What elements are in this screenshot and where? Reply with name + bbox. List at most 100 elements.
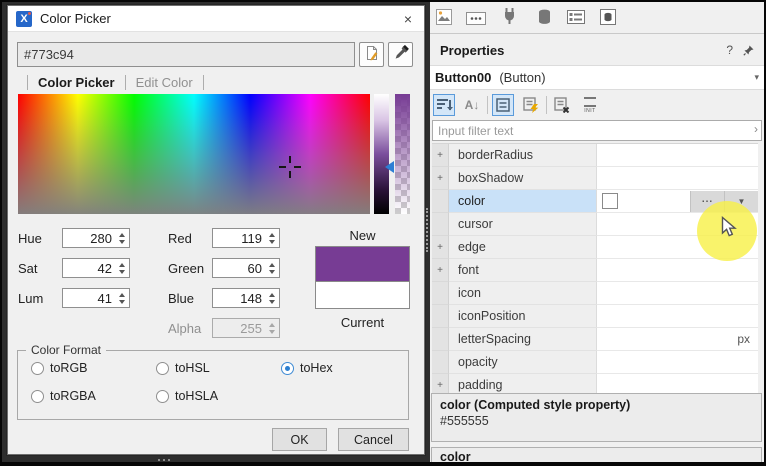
swatch-box xyxy=(315,246,410,309)
properties-header: Properties ? xyxy=(430,38,764,62)
property-row-letterSpacing[interactable]: letterSpacing px xyxy=(432,328,758,351)
radio-toRGBA[interactable]: toRGBA xyxy=(31,389,96,403)
green-label: Green xyxy=(168,261,204,276)
property-name: font xyxy=(449,259,596,282)
crosshair-marker xyxy=(279,166,286,168)
green-spinner[interactable]: 60 xyxy=(212,258,280,278)
alpha-spin-buttons xyxy=(267,323,276,334)
property-row-borderRadius[interactable]: + borderRadius xyxy=(432,144,758,167)
help-icon[interactable]: ? xyxy=(726,43,733,57)
green-spin-buttons[interactable] xyxy=(267,263,276,274)
blue-spin-buttons[interactable] xyxy=(267,293,276,304)
radio-toHex[interactable]: toHex xyxy=(281,361,333,375)
property-value[interactable]: px xyxy=(596,328,758,351)
image-icon[interactable] xyxy=(436,9,452,25)
tab-separator xyxy=(203,75,204,90)
sat-spinner[interactable]: 42 xyxy=(62,258,130,278)
property-row-opacity[interactable]: opacity xyxy=(432,351,758,374)
ellipsis-box-icon[interactable] xyxy=(466,12,486,25)
property-row-boxShadow[interactable]: + boxShadow xyxy=(432,167,758,190)
new-swatch-label: New xyxy=(315,228,410,243)
property-value[interactable] xyxy=(596,374,758,394)
property-row-padding[interactable]: + padding xyxy=(432,374,758,394)
close-icon[interactable]: × xyxy=(400,11,416,27)
expand-toggle[interactable]: + xyxy=(432,167,449,190)
cancel-button[interactable]: Cancel xyxy=(338,428,409,451)
splitter-handle[interactable] xyxy=(426,208,428,252)
luminance-slider-handle[interactable] xyxy=(385,161,394,173)
property-value[interactable] xyxy=(596,167,758,190)
color-format-group: Color Format toRGB toHSL toHex toRGBA to… xyxy=(17,350,409,420)
radio-circle-checked xyxy=(281,362,294,375)
red-value: 119 xyxy=(241,231,262,246)
color-value-checkbox[interactable] xyxy=(602,193,618,209)
luminance-slider[interactable] xyxy=(374,94,389,214)
expand-toggle[interactable]: + xyxy=(432,374,449,394)
property-name: letterSpacing xyxy=(449,328,596,351)
toolbar-separator xyxy=(487,96,488,114)
init-properties-icon[interactable]: INIT xyxy=(579,94,601,116)
ok-button[interactable]: OK xyxy=(272,428,327,451)
saturation-hue-gradient[interactable] xyxy=(18,94,370,214)
property-toolbar: A↓ INIT xyxy=(430,92,764,119)
sat-spin-buttons[interactable] xyxy=(117,263,126,274)
clear-property-icon[interactable] xyxy=(551,94,573,116)
radio-toHSLA[interactable]: toHSLA xyxy=(156,389,218,403)
document-edit-icon xyxy=(364,45,379,64)
filter-input[interactable] xyxy=(432,120,762,141)
alpha-slider[interactable] xyxy=(395,94,410,214)
copy-hex-button[interactable] xyxy=(359,42,384,67)
sort-alphabetical-icon[interactable]: A↓ xyxy=(461,94,483,116)
properties-panel: Properties ? Button00 (Button) ▾ A↓ xyxy=(430,2,764,462)
form-list-icon[interactable] xyxy=(567,10,585,24)
property-value[interactable] xyxy=(596,144,758,167)
property-row-iconPosition[interactable]: iconPosition xyxy=(432,305,758,328)
component-box-icon[interactable] xyxy=(600,9,616,25)
expand-toggle[interactable]: + xyxy=(432,236,449,259)
property-value[interactable] xyxy=(596,259,758,282)
database-icon[interactable] xyxy=(538,9,551,25)
hue-spinner[interactable]: 280 xyxy=(62,228,130,248)
current-color-swatch xyxy=(316,281,409,308)
object-selector[interactable]: Button00 (Button) ▾ xyxy=(430,65,764,90)
pin-icon[interactable] xyxy=(743,45,754,56)
red-spinner[interactable]: 119 xyxy=(212,228,280,248)
property-row-icon[interactable]: icon xyxy=(432,282,758,305)
property-value[interactable] xyxy=(596,282,758,305)
radio-label: toHex xyxy=(300,361,333,375)
hex-color-input[interactable] xyxy=(17,42,355,67)
sort-order-icon[interactable] xyxy=(433,94,455,116)
alpha-label: Alpha xyxy=(168,321,201,336)
hue-spin-buttons[interactable] xyxy=(117,233,126,244)
show-properties-icon[interactable] xyxy=(492,94,514,116)
blue-spinner[interactable]: 148 xyxy=(212,288,280,308)
radio-label: toHSLA xyxy=(175,389,218,403)
radio-label: toRGBA xyxy=(50,389,96,403)
filter-chevron-icon[interactable]: › xyxy=(754,122,758,136)
expand-toggle[interactable]: + xyxy=(432,144,449,167)
tab-separator xyxy=(27,75,28,90)
panel-toolbar xyxy=(430,2,764,34)
radio-toHSL[interactable]: toHSL xyxy=(156,361,210,375)
lum-spinner[interactable]: 41 xyxy=(62,288,130,308)
alpha-spinner: 255 xyxy=(212,318,280,338)
color-format-legend: Color Format xyxy=(26,343,106,357)
expand-toggle[interactable]: + xyxy=(432,259,449,282)
tab-edit-color[interactable]: Edit Color xyxy=(136,75,193,90)
green-value: 60 xyxy=(248,261,262,276)
radio-label: toRGB xyxy=(50,361,88,375)
init-text: INIT xyxy=(584,108,595,114)
eyedropper-button[interactable] xyxy=(388,42,413,67)
tab-color-picker[interactable]: Color Picker xyxy=(38,75,115,90)
property-row-font[interactable]: + font xyxy=(432,259,758,282)
property-value[interactable] xyxy=(596,351,758,374)
changed-properties-icon[interactable] xyxy=(520,94,542,116)
lum-spin-buttons[interactable] xyxy=(117,293,126,304)
hue-value: 280 xyxy=(90,231,112,246)
property-value[interactable] xyxy=(596,305,758,328)
radio-toRGB[interactable]: toRGB xyxy=(31,361,88,375)
red-spin-buttons[interactable] xyxy=(267,233,276,244)
expand-toggle xyxy=(432,190,449,213)
dialog-titlebar[interactable]: X Color Picker × xyxy=(8,6,424,32)
plug-icon[interactable] xyxy=(502,7,517,26)
